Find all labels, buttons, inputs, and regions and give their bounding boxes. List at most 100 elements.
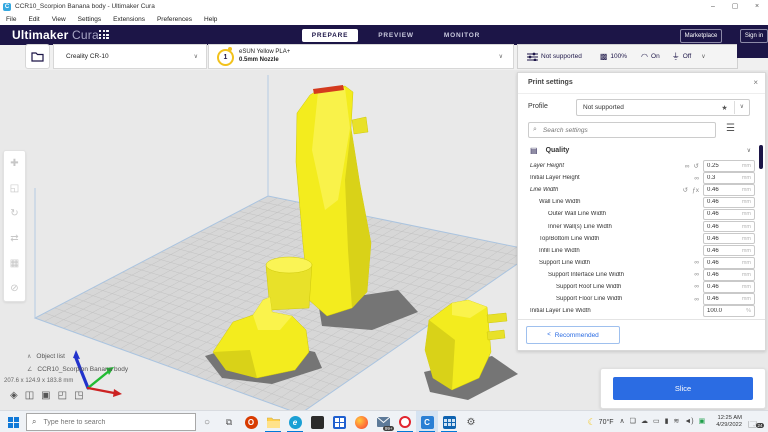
onedrive-cloud-icon[interactable]: ☁ [641, 417, 648, 427]
settings-search[interactable]: ⌕ [528, 122, 716, 138]
edge-icon[interactable]: e [284, 411, 306, 432]
task-view-icon[interactable]: ⧉ [218, 411, 240, 432]
setting-row-outer-wall-line-width[interactable]: Outer Wall Line Width mm [518, 208, 765, 220]
tab-preview[interactable]: PREVIEW [368, 29, 424, 42]
setting-row-support-interface-line-width[interactable]: Support Interface Line Width ∞ mm [518, 269, 765, 281]
setting-row-line-width[interactable]: Line Width ↺ ƒx mm [518, 184, 765, 196]
cortana-icon[interactable]: ○ [196, 411, 218, 432]
settings-scrollbar[interactable] [759, 145, 763, 169]
setting-row-top-bottom-line-width[interactable]: Top/Bottom Line Width mm [518, 233, 765, 245]
calculator-icon[interactable] [438, 411, 460, 432]
display-icon[interactable]: ▭ [653, 417, 660, 427]
temperature[interactable]: 70°F [599, 419, 614, 426]
settings-gear-icon[interactable]: ⚙ [460, 411, 482, 432]
marketplace-button[interactable]: Marketplace [680, 29, 722, 43]
firefox-icon[interactable] [350, 411, 372, 432]
setting-value-input[interactable] [704, 259, 739, 267]
object-list-item[interactable]: ∠ CCR10_Scorpion Banana body [27, 363, 128, 376]
setting-value-input[interactable] [704, 186, 739, 194]
settings-search-input[interactable] [541, 126, 715, 135]
per-model-settings-icon[interactable]: ▦ [10, 259, 19, 269]
revert-icon[interactable]: ↺ [683, 186, 688, 194]
tab-monitor[interactable]: MONITOR [434, 29, 490, 42]
setting-row-support-floor-line-width[interactable]: Support Floor Line Width ∞ mm [518, 293, 765, 305]
printer-selector[interactable]: Creality CR-10 ∨ [53, 44, 207, 69]
pin-icon[interactable]: ❏ [630, 417, 636, 427]
start-button[interactable] [0, 417, 26, 428]
setting-row-layer-height[interactable]: Layer Height ∞ ↺ mm [518, 160, 765, 172]
category-quality[interactable]: ▤ Quality ∨ [518, 143, 765, 158]
wallet-icon[interactable]: ▮ [665, 417, 669, 427]
star-icon[interactable]: ★ [721, 104, 727, 112]
menu-help[interactable]: Help [198, 16, 223, 23]
taskbar-search-input[interactable] [41, 418, 195, 427]
object-list-header[interactable]: ∧ Object list [27, 350, 128, 363]
view-3d-icon[interactable]: ◈ [10, 390, 18, 401]
open-file-button[interactable] [25, 44, 50, 69]
setting-value-input[interactable] [704, 247, 739, 255]
close-button[interactable]: × [746, 0, 768, 13]
taskbar-clock[interactable]: 12:25 AM 4/29/2022 [716, 415, 742, 429]
menu-file[interactable]: File [0, 16, 22, 23]
view-top-icon[interactable]: ▣ [41, 390, 50, 401]
recommended-button[interactable]: < Recommended [526, 326, 620, 344]
menu-edit[interactable]: Edit [22, 16, 45, 23]
scale-tool-icon[interactable]: ◱ [10, 184, 19, 194]
view-front-icon[interactable]: ◫ [25, 390, 34, 401]
setting-row-initial-layer-line-width[interactable]: Initial Layer Line Width % [518, 305, 765, 317]
maximize-button[interactable]: ▢ [724, 0, 746, 13]
opera-icon[interactable] [394, 411, 416, 432]
weather-moon-icon[interactable]: ☾ [588, 417, 596, 428]
setting-value-input[interactable] [704, 235, 739, 243]
setting-value-input[interactable] [704, 174, 739, 182]
setting-value-input[interactable] [704, 162, 739, 170]
setting-value-input[interactable] [704, 271, 739, 279]
setting-row-inner-wall-line-width[interactable]: Inner Wall(s) Line Width mm [518, 220, 765, 232]
revert-icon[interactable]: ↺ [694, 162, 699, 170]
close-icon[interactable]: × [753, 78, 758, 87]
menu-settings[interactable]: Settings [72, 16, 108, 23]
tray-expand-icon[interactable]: ∧ [620, 417, 625, 427]
menu-preferences[interactable]: Preferences [151, 16, 198, 23]
dark-app-icon[interactable] [306, 411, 328, 432]
setting-row-support-line-width[interactable]: Support Line Width ∞ mm [518, 257, 765, 269]
move-tool-icon[interactable]: ✚ [10, 159, 18, 169]
setting-row-initial-layer-height[interactable]: Initial Layer Height ∞ mm [518, 172, 765, 184]
blue-grid-app-icon[interactable] [328, 411, 350, 432]
file-explorer-icon[interactable] [262, 411, 284, 432]
setting-value-input[interactable] [704, 283, 739, 291]
network-icon[interactable]: ≋ [673, 417, 679, 427]
material-selector[interactable]: 1 eSUN Yellow PLA+ 0.5mm Nozzle ∨ [208, 44, 514, 69]
office-icon[interactable]: O [240, 411, 262, 432]
apps-grid-icon[interactable] [99, 30, 109, 40]
setting-value-input[interactable] [704, 210, 739, 218]
minimize-button[interactable]: – [702, 0, 724, 13]
tab-prepare[interactable]: PREPARE [302, 29, 358, 42]
setting-value-input[interactable] [704, 307, 739, 315]
menu-view[interactable]: View [46, 16, 72, 23]
slice-button[interactable]: Slice [613, 377, 753, 400]
support-blocker-icon[interactable]: ⊘ [10, 284, 18, 294]
taskbar-search[interactable]: ⌕ [26, 413, 196, 431]
notification-center-icon[interactable]: 🗔 24 [748, 414, 764, 430]
view-left-icon[interactable]: ◰ [58, 390, 67, 401]
mirror-tool-icon[interactable]: ⇄ [10, 234, 18, 244]
setting-value-input[interactable] [704, 295, 739, 303]
profile-dropdown[interactable]: Not supported ★ ∨ [576, 99, 750, 116]
setting-row-support-roof-line-width[interactable]: Support Roof Line Width ∞ mm [518, 281, 765, 293]
setting-value-input[interactable] [704, 223, 739, 231]
print-settings-summary[interactable]: Not supported ▩ 100% ◠ On ⏚ Off ∨ [517, 44, 738, 69]
mail-icon[interactable]: 99+ [372, 411, 394, 432]
teams-icon[interactable]: ▣ [699, 417, 706, 427]
volume-icon[interactable]: ◄) [684, 417, 693, 427]
setting-row-infill-line-width[interactable]: Infill Line Width mm [518, 245, 765, 257]
rotate-tool-icon[interactable]: ↻ [10, 209, 18, 219]
setting-row-wall-line-width[interactable]: Wall Line Width mm [518, 196, 765, 208]
profile-value: Not supported [583, 104, 721, 111]
settings-menu-icon[interactable]: ☰ [726, 123, 735, 134]
sign-in-button[interactable]: Sign in [740, 29, 768, 43]
view-right-icon[interactable]: ◳ [74, 390, 83, 401]
setting-value-input[interactable] [704, 198, 739, 206]
menu-extensions[interactable]: Extensions [107, 16, 151, 23]
cura-taskbar-icon[interactable]: C [416, 411, 438, 432]
